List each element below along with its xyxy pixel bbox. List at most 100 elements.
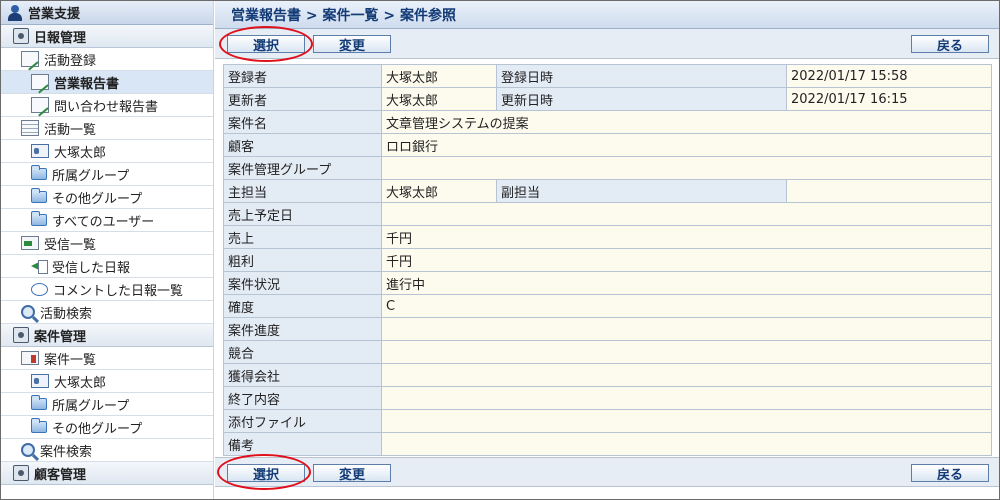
folder-icon: [31, 211, 47, 226]
table-row: 終了内容: [223, 386, 992, 410]
sidebar-section-case[interactable]: 案件管理: [1, 324, 213, 347]
back-button-bottom[interactable]: 戻る: [911, 464, 989, 483]
sidebar-item-case-search[interactable]: 案件検索: [1, 439, 213, 462]
table-row: 案件状況 進行中: [223, 271, 992, 295]
sidebar-item-other-group[interactable]: その他グループ: [1, 186, 213, 209]
sidebar-item-user[interactable]: 大塚太郎: [1, 140, 213, 163]
sidebar-item-label: 受信した日報: [52, 260, 131, 276]
inbox-icon: [21, 236, 39, 250]
search-icon: [21, 443, 35, 457]
attachment-value: [381, 409, 992, 433]
sales-date-label: 売上予定日: [223, 202, 382, 226]
sidebar-item-case-other-group[interactable]: その他グループ: [1, 416, 213, 439]
sidebar-title-label: 営業支援: [28, 7, 81, 22]
table-row: 主担当 大塚太郎 副担当: [223, 179, 992, 203]
sidebar-item-label: すべてのユーザー: [52, 214, 155, 230]
registered-at-value: 2022/01/17 15:58: [786, 64, 992, 88]
sidebar-item-received-daily[interactable]: 受信した日報: [1, 255, 213, 278]
sidebar-section-customer[interactable]: 顧客管理: [1, 462, 213, 485]
sidebar-item-label: 活動検索: [40, 306, 93, 322]
table-row: 競合: [223, 340, 992, 364]
breadcrumb: 営業報告書 > 案件一覧 > 案件参照: [215, 1, 999, 29]
progress-label: 案件進度: [223, 317, 382, 341]
sub-owner-label: 副担当: [496, 179, 787, 203]
table-row: 粗利 千円: [223, 248, 992, 272]
gross-profit-label: 粗利: [223, 248, 382, 272]
case-detail-table: 登録者 大塚太郎 登録日時 2022/01/17 15:58 更新者 大塚太郎 …: [223, 64, 992, 456]
sidebar-item-case-list[interactable]: 案件一覧: [1, 347, 213, 370]
breadcrumb-text: 営業報告書 > 案件一覧 > 案件参照: [231, 7, 456, 24]
registrant-label: 登録者: [223, 64, 382, 88]
select-button-bottom[interactable]: 選択: [227, 464, 305, 483]
sidebar-item-label: 大塚太郎: [54, 145, 107, 161]
main-content: 営業報告書 > 案件一覧 > 案件参照 選択 変更 戻る 登録者 大塚太郎 登録…: [215, 1, 999, 499]
table-row: 獲得会社: [223, 363, 992, 387]
winner-label: 獲得会社: [223, 363, 382, 387]
competitor-label: 競合: [223, 340, 382, 364]
sales-value: 千円: [381, 225, 992, 249]
section-label: 案件管理: [34, 329, 87, 345]
table-row: 添付ファイル: [223, 409, 992, 433]
folder-icon: [31, 188, 47, 203]
sidebar-item-case-my-group[interactable]: 所属グループ: [1, 393, 213, 416]
case-name-label: 案件名: [223, 110, 382, 134]
sidebar-item-label: コメントした日報一覧: [53, 283, 184, 299]
case-group-label: 案件管理グループ: [223, 156, 382, 180]
table-row: 更新者 大塚太郎 更新日時 2022/01/17 16:15: [223, 87, 992, 111]
sidebar-item-commented-list[interactable]: コメントした日報一覧: [1, 278, 213, 301]
case-management-icon: [13, 327, 29, 343]
customer-label: 顧客: [223, 133, 382, 157]
sidebar-item-label: 所属グループ: [52, 398, 130, 414]
back-button[interactable]: 戻る: [911, 35, 989, 54]
attachment-label: 添付ファイル: [223, 409, 382, 433]
select-button[interactable]: 選択: [227, 35, 305, 54]
sales-label: 売上: [223, 225, 382, 249]
change-button[interactable]: 変更: [313, 35, 391, 54]
sidebar-item-label: 営業報告書: [54, 76, 120, 92]
main-owner-label: 主担当: [223, 179, 382, 203]
user-card-icon: [31, 374, 49, 388]
table-row: 確度 C: [223, 294, 992, 318]
sidebar-item-my-group[interactable]: 所属グループ: [1, 163, 213, 186]
change-button-bottom[interactable]: 変更: [313, 464, 391, 483]
closing-value: [381, 386, 992, 410]
sidebar-item-activity-register[interactable]: 活動登録: [1, 48, 213, 71]
winner-value: [381, 363, 992, 387]
sidebar-item-label: 大塚太郎: [54, 375, 107, 391]
table-row: 案件管理グループ: [223, 156, 992, 180]
sidebar-item-label: 活動登録: [44, 53, 97, 69]
sidebar-item-activity-search[interactable]: 活動検索: [1, 301, 213, 324]
sidebar-item-all-users[interactable]: すべてのユーザー: [1, 209, 213, 232]
updater-value: 大塚太郎: [381, 87, 497, 111]
sidebar-item-activity-list[interactable]: 活動一覧: [1, 117, 213, 140]
certainty-label: 確度: [223, 294, 382, 318]
bottom-toolbar: 選択 変更 戻る: [215, 454, 999, 490]
section-label: 日報管理: [34, 30, 87, 46]
top-toolbar: 選択 変更 戻る: [215, 26, 999, 62]
sidebar-section-daily[interactable]: 日報管理: [1, 25, 213, 48]
sidebar-item-case-user[interactable]: 大塚太郎: [1, 370, 213, 393]
notes-value: [381, 432, 992, 456]
table-row: 案件進度: [223, 317, 992, 341]
user-icon: [7, 4, 23, 21]
sidebar-item-received-list[interactable]: 受信一覧: [1, 232, 213, 255]
sidebar-item-inquiry-report[interactable]: 問い合わせ報告書: [1, 94, 213, 117]
sidebar: 営業支援 日報管理 活動登録 営業報告書 問い合わせ報告書 活動一覧 大塚太郎 …: [1, 1, 214, 499]
updated-at-label: 更新日時: [496, 87, 787, 111]
status-value: 進行中: [381, 271, 992, 295]
notes-label: 備考: [223, 432, 382, 456]
sidebar-item-sales-report[interactable]: 営業報告書: [1, 71, 213, 94]
table-row: 売上予定日: [223, 202, 992, 226]
updated-at-value: 2022/01/17 16:15: [786, 87, 992, 111]
edit-document-icon: [21, 51, 39, 67]
registrant-value: 大塚太郎: [381, 64, 497, 88]
table-icon: [21, 351, 39, 365]
comment-bubble-icon: [31, 282, 48, 296]
table-row: 案件名 文章管理システムの提案: [223, 110, 992, 134]
daily-report-icon: [13, 28, 29, 44]
sidebar-title[interactable]: 営業支援: [1, 1, 213, 25]
folder-icon: [31, 395, 47, 410]
customer-value: ロロ銀行: [381, 133, 992, 157]
user-card-icon: [31, 144, 49, 158]
sidebar-item-label: 活動一覧: [44, 122, 97, 138]
